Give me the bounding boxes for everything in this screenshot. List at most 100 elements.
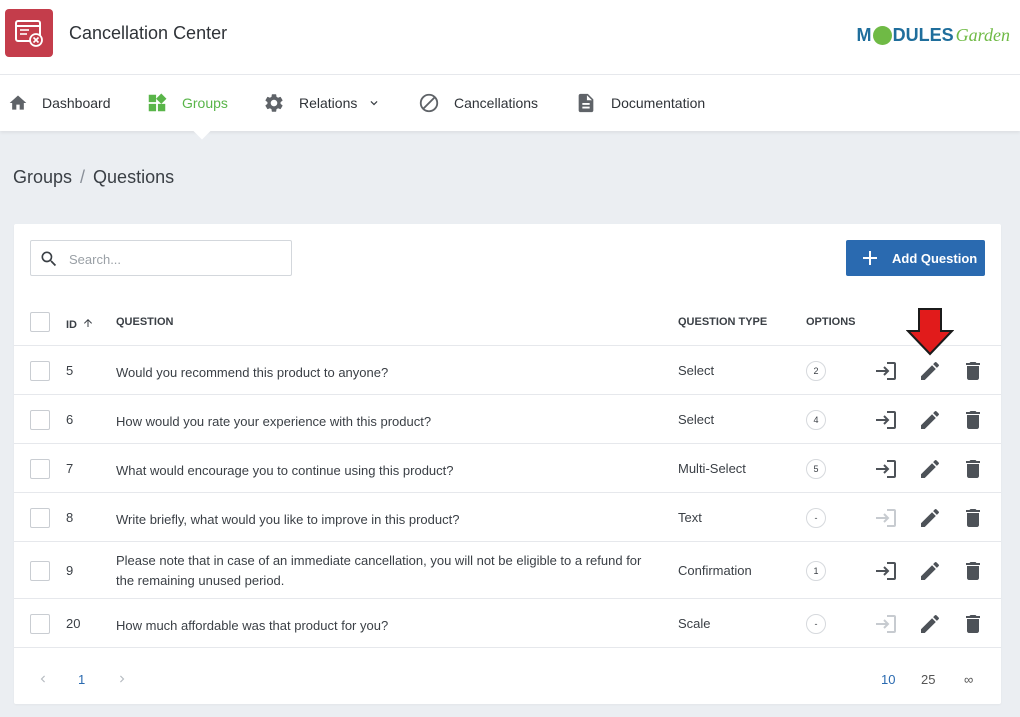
column-label: ID	[66, 319, 77, 331]
move-to-group-icon[interactable]	[874, 359, 898, 383]
delete-trash-icon[interactable]	[961, 359, 985, 383]
app-header: Cancellation Center M DULES Garden	[0, 0, 1020, 75]
row-checkbox[interactable]	[30, 361, 50, 381]
question-type: Scale	[678, 616, 711, 631]
question-text: How would you rate your experience with …	[116, 414, 432, 429]
question-text: Would you recommend this product to anyo…	[116, 365, 389, 380]
column-header-options[interactable]: OPTIONS	[806, 316, 856, 328]
move-to-group-icon[interactable]	[874, 612, 898, 636]
app-title: Cancellation Center	[69, 23, 228, 43]
previous-page-icon[interactable]	[36, 672, 50, 686]
move-to-group-icon[interactable]	[874, 408, 898, 432]
question-id: 20	[66, 616, 81, 631]
annotation-arrow-icon	[906, 308, 954, 356]
home-icon	[9, 95, 27, 110]
plus-icon	[863, 251, 877, 265]
options-count-badge: 1	[806, 561, 826, 581]
column-header-id[interactable]: ID	[66, 316, 94, 331]
add-question-label: Add Question	[892, 250, 978, 266]
search-input[interactable]	[69, 249, 279, 269]
question-text: Write briefly, what would you like to im…	[116, 512, 460, 527]
options-count-badge: 5	[806, 459, 826, 479]
options-count-badge: 2	[806, 361, 826, 381]
question-type: Text	[678, 510, 702, 525]
edit-pencil-icon[interactable]	[918, 408, 942, 432]
page-number[interactable]: 1	[78, 672, 85, 687]
pagination: 1 10 25 ∞	[14, 654, 1001, 704]
question-id: 7	[66, 461, 74, 476]
edit-pencil-icon[interactable]	[918, 457, 942, 481]
delete-trash-icon[interactable]	[961, 506, 985, 530]
question-id: 6	[66, 412, 74, 427]
table-row: 8 Write briefly, what would you like to i…	[14, 493, 1001, 542]
question-type: Multi-Select	[678, 461, 746, 476]
row-checkbox[interactable]	[30, 410, 50, 430]
nav-item-cancellations[interactable]: Cancellations	[418, 75, 538, 131]
active-indicator	[193, 122, 211, 140]
question-id: 8	[66, 510, 74, 525]
nav-item-documentation[interactable]: Documentation	[575, 75, 705, 131]
table-header: ID QUESTION QUESTION TYPE OPTIONS	[14, 298, 1001, 346]
question-id: 9	[66, 563, 74, 578]
edit-pencil-icon[interactable]	[918, 559, 942, 583]
select-all-checkbox[interactable]	[30, 312, 50, 332]
question-type: Select	[678, 412, 715, 427]
options-count-badge: -	[806, 508, 826, 528]
per-page-all[interactable]: ∞	[964, 672, 973, 687]
edit-pencil-icon[interactable]	[918, 506, 942, 530]
nav-item-dashboard[interactable]: Dashboard	[8, 75, 111, 131]
nav-label: Groups	[182, 95, 228, 111]
per-page-10[interactable]: 10	[881, 672, 895, 687]
block-icon	[419, 93, 439, 113]
question-id: 5	[66, 363, 74, 378]
edit-pencil-icon[interactable]	[918, 612, 942, 636]
question-type: Confirmation	[678, 563, 752, 578]
table-row: 9 Please note that in case of an immediat…	[14, 542, 1001, 599]
document-icon	[578, 93, 594, 113]
next-page-icon[interactable]	[115, 672, 129, 686]
breadcrumb: Groups / Questions	[13, 167, 174, 188]
search-icon	[41, 251, 57, 267]
question-text: Please note that in case of an immediate…	[116, 553, 642, 588]
main-navigation: Dashboard Groups Relations Cancellations…	[0, 75, 1020, 140]
row-checkbox[interactable]	[30, 508, 50, 528]
cancellation-center-logo-icon	[5, 9, 53, 57]
move-to-group-icon[interactable]	[874, 559, 898, 583]
options-count-badge: 4	[806, 410, 826, 430]
column-header-question[interactable]: QUESTION	[116, 316, 173, 328]
delete-trash-icon[interactable]	[961, 612, 985, 636]
per-page-25[interactable]: 25	[921, 672, 935, 687]
breadcrumb-groups-link[interactable]: Groups	[13, 167, 72, 187]
delete-trash-icon[interactable]	[961, 457, 985, 481]
nav-item-relations[interactable]: Relations	[263, 75, 381, 131]
row-checkbox[interactable]	[30, 614, 50, 634]
question-type: Select	[678, 363, 715, 378]
sort-ascending-icon	[84, 319, 92, 327]
row-checkbox[interactable]	[30, 459, 50, 479]
move-to-group-icon[interactable]	[874, 457, 898, 481]
chevron-down-icon	[370, 101, 378, 106]
questions-card: Add Question ID QUESTION QUESTION TYPE O…	[14, 224, 1001, 704]
question-text: How much affordable was that product for…	[116, 618, 389, 633]
table-row: 5 Would you recommend this product to any…	[14, 346, 1001, 395]
add-question-button[interactable]: Add Question	[846, 240, 985, 276]
delete-trash-icon[interactable]	[961, 559, 985, 583]
globe-icon	[872, 25, 892, 45]
delete-trash-icon[interactable]	[961, 408, 985, 432]
breadcrumb-separator: /	[80, 167, 86, 187]
gear-icon	[265, 94, 283, 112]
edit-pencil-icon[interactable]	[918, 359, 942, 383]
table-row: 20 How much affordable was that product f…	[14, 599, 1001, 648]
column-header-question-type[interactable]: QUESTION TYPE	[678, 316, 767, 328]
row-checkbox[interactable]	[30, 561, 50, 581]
move-to-group-icon[interactable]	[874, 506, 898, 530]
nav-label: Cancellations	[454, 95, 539, 111]
nav-label: Documentation	[611, 95, 706, 111]
table-row: 6 How would you rate your experience with…	[14, 395, 1001, 444]
breadcrumb-current: Questions	[93, 167, 175, 187]
options-count-badge: -	[806, 614, 826, 634]
nav-item-groups[interactable]: Groups	[146, 75, 228, 140]
widgets-icon	[148, 93, 167, 112]
search-box	[30, 240, 292, 276]
nav-label: Dashboard	[42, 95, 111, 111]
